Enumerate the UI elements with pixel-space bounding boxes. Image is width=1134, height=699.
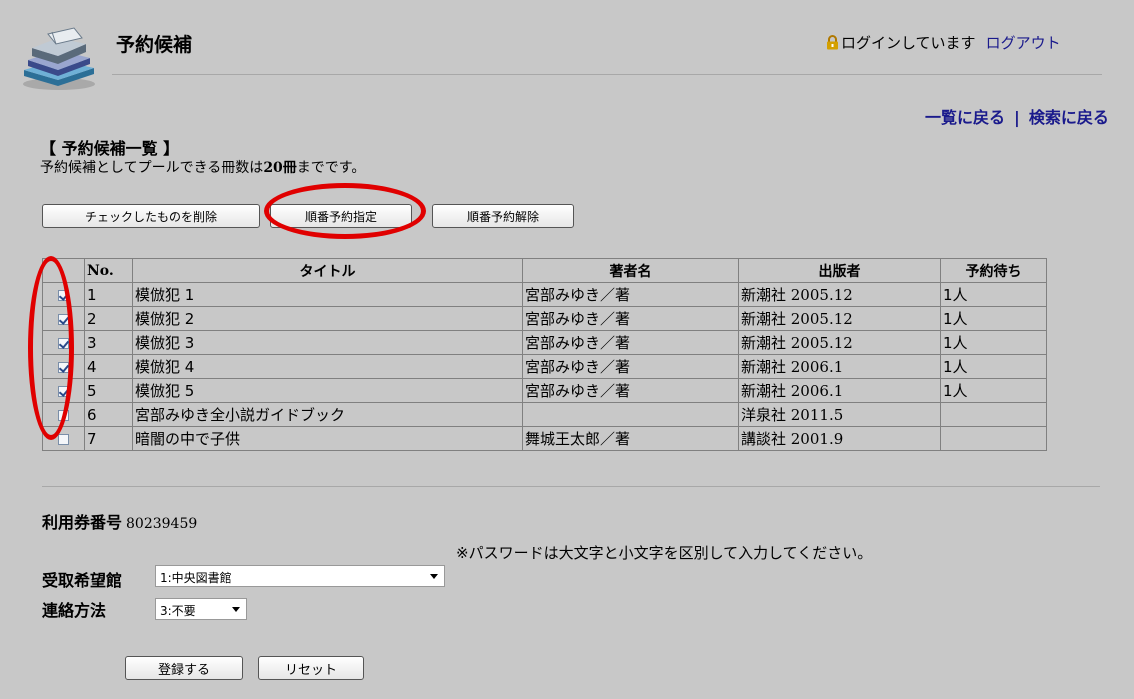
set-sequence-button[interactable]: 順番予約指定 [270, 204, 412, 228]
pickup-library-value: 1:中央図書館 [160, 571, 232, 585]
checkbox-icon[interactable] [58, 313, 69, 325]
row-waiting [940, 402, 1047, 427]
row-check-cell [42, 282, 85, 307]
header-no: No. [84, 258, 133, 283]
row-title: 模倣犯 3 [132, 330, 523, 355]
row-publisher: 新潮社 2005.12 [738, 330, 941, 355]
row-no: 1 [84, 282, 133, 307]
checkbox-icon[interactable] [58, 361, 69, 373]
table-row: 7 暗闇の中で子供 舞城王太郎／著 講談社 2001.9 [42, 426, 1047, 451]
row-publisher: 新潮社 2006.1 [738, 354, 941, 379]
contact-method-value: 3:不要 [160, 604, 196, 618]
row-check-cell [42, 426, 85, 451]
header-check [42, 258, 85, 283]
row-publisher: 講談社 2001.9 [738, 426, 941, 451]
card-number-row: 利用券番号 80239459 [42, 509, 197, 533]
section-heading: 【 予約候補一覧 】 [40, 139, 180, 158]
table-row: 3 模倣犯 3 宮部みゆき／著 新潮社 2005.12 1人 [42, 330, 1047, 355]
reset-button[interactable]: リセット [258, 656, 364, 680]
row-title: 模倣犯 4 [132, 354, 523, 379]
delete-checked-button[interactable]: チェックしたものを削除 [42, 204, 260, 228]
back-to-search-link[interactable]: 検索に戻る [1029, 108, 1109, 127]
row-waiting: 1人 [940, 282, 1047, 307]
row-author: 宮部みゆき／著 [522, 354, 739, 379]
row-check-cell [42, 330, 85, 355]
password-note: ※パスワードは大文字と小文字を区別して入力してください。 [456, 544, 873, 562]
table-row: 4 模倣犯 4 宮部みゆき／著 新潮社 2006.1 1人 [42, 354, 1047, 379]
note-suffix: までです。 [296, 160, 366, 176]
checkbox-icon[interactable] [58, 385, 69, 397]
row-author: 宮部みゆき／著 [522, 330, 739, 355]
table-row: 2 模倣犯 2 宮部みゆき／著 新潮社 2005.12 1人 [42, 306, 1047, 331]
checkbox-icon[interactable] [58, 337, 69, 349]
table-header-row: No. タイトル 著者名 出版者 予約待ち [42, 258, 1047, 283]
row-check-cell [42, 378, 85, 403]
card-number-label: 利用券番号 [42, 513, 123, 532]
row-title: 模倣犯 2 [132, 306, 523, 331]
row-author [522, 402, 739, 427]
contact-method-label: 連絡方法 [42, 601, 107, 620]
login-status: ログインしています [841, 34, 976, 52]
table-row: 5 模倣犯 5 宮部みゆき／著 新潮社 2006.1 1人 [42, 378, 1047, 403]
row-no: 5 [84, 378, 133, 403]
clear-sequence-button[interactable]: 順番予約解除 [432, 204, 574, 228]
row-author: 宮部みゆき／著 [522, 378, 739, 403]
submit-button[interactable]: 登録する [125, 656, 243, 680]
row-check-cell [42, 354, 85, 379]
header-publisher: 出版者 [738, 258, 941, 283]
row-publisher: 新潮社 2006.1 [738, 378, 941, 403]
row-waiting: 1人 [940, 330, 1047, 355]
row-check-cell [42, 306, 85, 331]
row-waiting: 1人 [940, 354, 1047, 379]
card-number-value: 80239459 [126, 516, 198, 532]
row-publisher: 洋泉社 2011.5 [738, 402, 941, 427]
row-title: 模倣犯 1 [132, 282, 523, 307]
chevron-down-icon [430, 574, 438, 579]
row-check-cell [42, 402, 85, 427]
row-publisher: 新潮社 2005.12 [738, 306, 941, 331]
section-note: 予約候補としてプールできる冊数は20冊までです。 [40, 157, 365, 177]
row-title: 模倣犯 5 [132, 378, 523, 403]
logout-link[interactable]: ログアウト [986, 34, 1061, 52]
row-no: 6 [84, 402, 133, 427]
row-no: 7 [84, 426, 133, 451]
back-to-list-link[interactable]: 一覧に戻る [925, 108, 1005, 127]
nav-separator: | [1014, 108, 1020, 127]
row-waiting: 1人 [940, 306, 1047, 331]
login-area: ログインしています ログアウト [826, 32, 1061, 53]
header-waiting: 予約待ち [940, 258, 1047, 283]
note-prefix: 予約候補としてプールできる冊数は [40, 160, 264, 176]
table-row: 1 模倣犯 1 宮部みゆき／著 新潮社 2005.12 1人 [42, 282, 1047, 307]
page-title: 予約候補 [116, 34, 193, 56]
row-title: 宮部みゆき全小説ガイドブック [132, 402, 523, 427]
lock-icon [826, 35, 839, 50]
checkbox-icon[interactable] [58, 409, 69, 421]
row-waiting [940, 426, 1047, 451]
pickup-library-label: 受取希望館 [42, 571, 123, 590]
row-no: 2 [84, 306, 133, 331]
note-count: 20冊 [263, 160, 297, 176]
nav-links: 一覧に戻る | 検索に戻る [925, 104, 1109, 128]
row-no: 4 [84, 354, 133, 379]
table-row: 6 宮部みゆき全小説ガイドブック 洋泉社 2011.5 [42, 402, 1047, 427]
row-waiting: 1人 [940, 378, 1047, 403]
books-stack-icon [18, 22, 100, 92]
header-divider [112, 74, 1102, 75]
checkbox-icon[interactable] [58, 289, 69, 301]
header-author: 著者名 [522, 258, 739, 283]
row-author: 宮部みゆき／著 [522, 306, 739, 331]
header-title: タイトル [132, 258, 523, 283]
row-title: 暗闇の中で子供 [132, 426, 523, 451]
pickup-library-select[interactable]: 1:中央図書館 [155, 565, 445, 587]
checkbox-icon[interactable] [58, 433, 69, 445]
row-no: 3 [84, 330, 133, 355]
row-author: 舞城王太郎／著 [522, 426, 739, 451]
form-divider [42, 486, 1100, 487]
contact-method-select[interactable]: 3:不要 [155, 598, 247, 620]
row-publisher: 新潮社 2005.12 [738, 282, 941, 307]
chevron-down-icon [232, 607, 240, 612]
row-author: 宮部みゆき／著 [522, 282, 739, 307]
reservation-table: No. タイトル 著者名 出版者 予約待ち 1 模倣犯 1 宮部みゆき／著 新潮社 2… [42, 258, 1047, 451]
